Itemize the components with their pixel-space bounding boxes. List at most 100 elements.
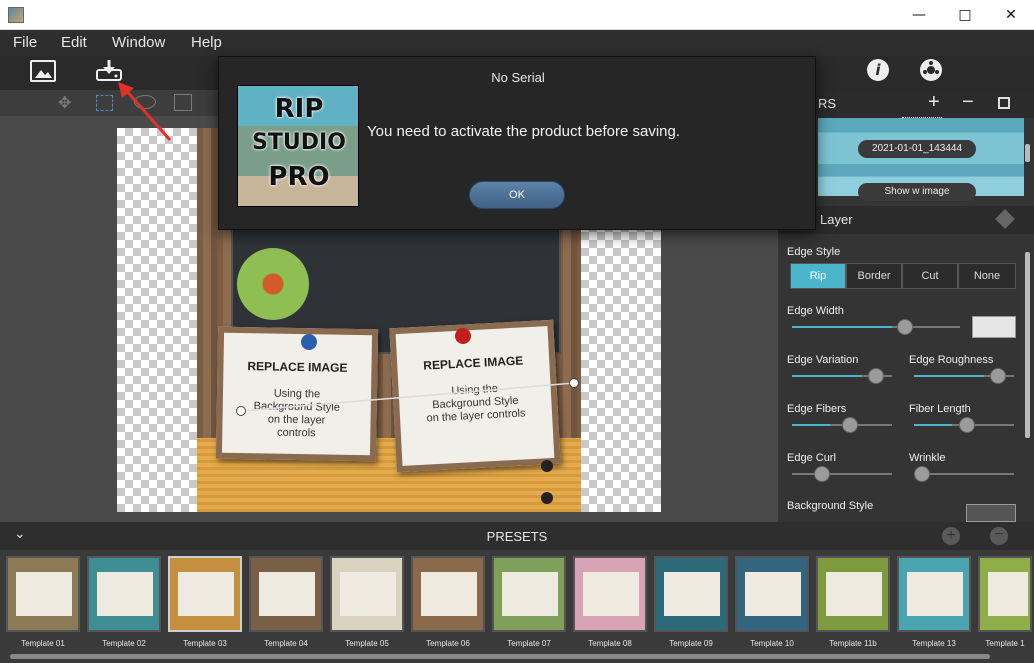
preset-label: Template 05 (345, 639, 389, 648)
preset-label: Template 11b (829, 639, 877, 648)
slider-knob[interactable] (990, 368, 1006, 384)
app-window: — □ ✕ File Edit Window Help i ✥ REPLACE … (0, 0, 1034, 663)
menu-bar: File Edit Window Help (0, 30, 1034, 56)
info-icon[interactable]: i (867, 59, 889, 81)
preset-thumb-13[interactable] (897, 556, 971, 632)
logo-text: RIP (274, 94, 324, 124)
drag-dots (902, 117, 942, 118)
preset-thumb-07[interactable] (492, 556, 566, 632)
preset-label: Template 02 (102, 639, 146, 648)
layers-scrollbar[interactable] (1025, 144, 1030, 162)
collapse-panel-icon[interactable] (995, 209, 1015, 229)
menu-edit[interactable]: Edit (61, 34, 87, 51)
layer-name: 2021-01-01_143444 (858, 140, 976, 158)
layer-panel-header: Layer (778, 206, 1034, 234)
preset-label: Template 01 (21, 639, 65, 648)
right-panel: RS + − 2021-01-01_143444 Show w image La… (778, 90, 1034, 522)
edge-style-label: Edge Style (787, 246, 841, 258)
slider-knob[interactable] (814, 466, 830, 482)
transform-handle[interactable] (569, 378, 579, 388)
slider-knob[interactable] (842, 417, 858, 433)
fiber-length-label: Fiber Length (909, 403, 971, 415)
preset-label: Template 07 (507, 639, 551, 648)
dialog-title: No Serial (491, 70, 545, 85)
slider-knob[interactable] (868, 368, 884, 384)
wrinkle-label: Wrinkle (909, 452, 946, 464)
preset-thumb-10[interactable] (735, 556, 809, 632)
preset-thumb-1[interactable] (978, 556, 1032, 632)
preset-thumb-05[interactable] (330, 556, 404, 632)
preset-thumb-08[interactable] (573, 556, 647, 632)
open-image-icon[interactable] (30, 60, 56, 82)
rip-studio-pro-logo: RIP STUDIO PRO (237, 85, 359, 207)
move-tool-icon[interactable]: ✥ (58, 93, 71, 112)
presets-bar: ⌄ PRESETS + − (0, 522, 1034, 550)
preset-label: Template 03 (183, 639, 227, 648)
edge-style-cut[interactable]: Cut (902, 263, 958, 289)
edge-roughness-slider[interactable] (914, 368, 1014, 384)
edge-variation-label: Edge Variation (787, 354, 859, 366)
background-style-label: Background Style (787, 500, 874, 512)
settings-icon[interactable] (920, 59, 942, 81)
maximize-icon[interactable]: □ (942, 0, 988, 30)
layers-header: RS + − (778, 90, 1034, 118)
preset-label: Template 09 (669, 639, 713, 648)
preset-thumb-01[interactable] (6, 556, 80, 632)
edge-color-swatch[interactable] (972, 316, 1016, 338)
add-layer-icon[interactable]: + (928, 91, 940, 114)
duplicate-layer-icon[interactable] (998, 97, 1010, 109)
layers-title: RS (818, 96, 837, 111)
edge-style-rip[interactable]: Rip (790, 263, 846, 289)
layer-item[interactable]: 2021-01-01_143444 (818, 132, 1024, 164)
remove-layer-icon[interactable]: − (962, 91, 974, 114)
edge-width-label: Edge Width (787, 305, 844, 317)
menu-window[interactable]: Window (112, 34, 165, 51)
menu-help[interactable]: Help (191, 34, 222, 51)
panel-scrollbar[interactable] (1025, 252, 1030, 438)
fiber-length-slider[interactable] (914, 417, 1014, 433)
minimize-icon[interactable]: — (896, 0, 942, 30)
preset-thumb-09[interactable] (654, 556, 728, 632)
no-serial-dialog: No Serial RIP STUDIO PRO You need to act… (218, 56, 816, 230)
presets-strip: Template 01 Template 02 Template 03 Temp… (0, 550, 1034, 663)
logo-text: STUDIO (252, 130, 346, 155)
slider-knob[interactable] (897, 319, 913, 335)
layers-list: 2021-01-01_143444 Show w image (818, 117, 1024, 201)
edge-curl-label: Edge Curl (787, 452, 836, 464)
background-style-preview[interactable] (966, 504, 1016, 522)
preset-thumb-04[interactable] (249, 556, 323, 632)
slider-knob[interactable] (914, 466, 930, 482)
wrinkle-slider[interactable] (914, 466, 1014, 482)
red-arrow-annotation (118, 82, 172, 141)
add-preset-icon[interactable]: + (942, 527, 960, 545)
ok-button[interactable]: OK (469, 181, 565, 209)
preset-label: Template 1 (985, 639, 1025, 648)
preset-thumb-11b[interactable] (816, 556, 890, 632)
close-icon[interactable]: ✕ (988, 0, 1034, 30)
remove-preset-icon[interactable]: − (990, 527, 1008, 545)
slider-knob[interactable] (959, 417, 975, 433)
preset-thumb-06[interactable] (411, 556, 485, 632)
transform-handle[interactable] (236, 406, 246, 416)
app-icon (8, 7, 24, 23)
edge-fibers-label: Edge Fibers (787, 403, 847, 415)
edge-width-slider[interactable] (792, 319, 960, 335)
preset-label: Template 13 (912, 639, 956, 648)
edge-curl-slider[interactable] (792, 466, 892, 482)
edge-roughness-label: Edge Roughness (909, 354, 994, 366)
preset-thumb-02[interactable] (87, 556, 161, 632)
preset-label: Template 04 (264, 639, 308, 648)
title-bar: — □ ✕ (0, 0, 1034, 30)
menu-file[interactable]: File (13, 34, 37, 51)
preset-label: Template 08 (588, 639, 632, 648)
preset-thumb-03[interactable] (168, 556, 242, 632)
presets-scrollbar[interactable] (10, 654, 990, 659)
edge-variation-slider[interactable] (792, 368, 892, 384)
edge-style-border[interactable]: Border (846, 263, 902, 289)
edge-style-none[interactable]: None (958, 263, 1016, 289)
preset-label: Template 10 (750, 639, 794, 648)
layer-item[interactable]: Show w image (818, 176, 1024, 201)
edge-fibers-slider[interactable] (792, 417, 892, 433)
layer-name: Show w image (858, 183, 976, 201)
presets-title: PRESETS (486, 529, 548, 544)
